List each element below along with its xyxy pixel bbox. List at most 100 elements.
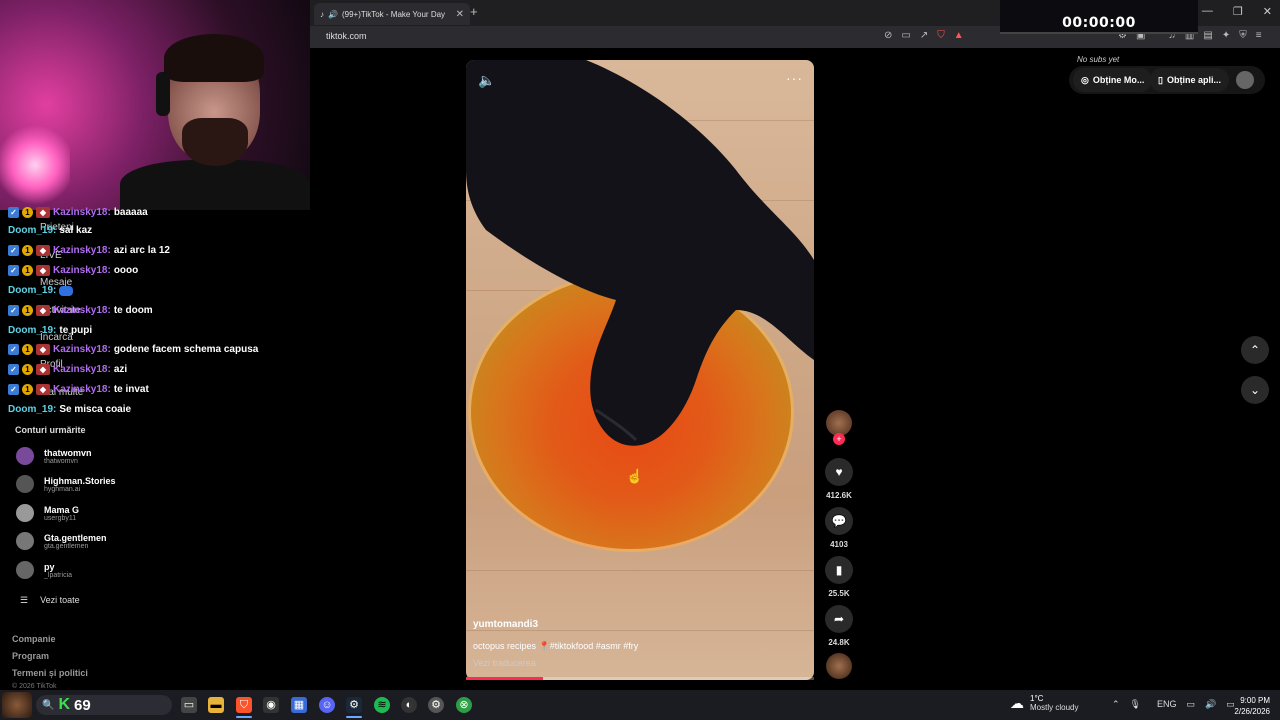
brave-icon[interactable]: ⛉ <box>236 697 252 713</box>
discord-icon[interactable]: ☺ <box>319 697 335 713</box>
chat-nick[interactable]: Kazinsky18: <box>53 305 111 316</box>
steam-icon[interactable]: ⚙ <box>346 697 362 713</box>
chat-nick[interactable]: Kazinsky18: <box>53 265 111 276</box>
chat-message: ✓ 1 ◆ Kazinsky18: te doom <box>8 305 153 316</box>
video-player[interactable] <box>466 60 814 680</box>
chat-nick[interactable]: Doom_19: <box>8 225 56 236</box>
chat-nick[interactable]: Kazinsky18: <box>53 344 111 355</box>
chat-nick[interactable]: Kazinsky18: <box>53 384 111 395</box>
sub-badge-icon: 1 <box>22 344 33 355</box>
xbox-icon[interactable]: ⊗ <box>456 697 472 713</box>
save-button[interactable]: ▮ <box>825 556 853 584</box>
see-all-button[interactable]: ☰ Vezi toate <box>20 595 80 606</box>
store-icon[interactable]: ▦ <box>291 697 307 713</box>
chat-nick[interactable]: Kazinsky18: <box>53 207 111 218</box>
share-icon[interactable]: ↗ <box>920 30 928 41</box>
get-coins-button[interactable]: ◎ Obține Mo... <box>1073 68 1153 92</box>
get-app-button[interactable]: ▯ Obține apli... <box>1150 68 1229 92</box>
chat-nick[interactable]: Kazinsky18: <box>53 245 111 256</box>
microphone-icon[interactable]: 🎙 <box>1130 699 1141 710</box>
new-tab-button[interactable]: + <box>470 4 478 19</box>
account-handle: usergby11 <box>44 514 77 522</box>
like-button[interactable]: ♥ <box>825 458 853 486</box>
followed-account[interactable]: py _lpatricia <box>16 561 72 579</box>
file-explorer-icon[interactable]: ▬ <box>208 697 224 713</box>
chat-nick[interactable]: Doom_19: <box>8 404 56 415</box>
chat-message: ✓ 1 ◆ Kazinsky18: te invat <box>8 384 149 395</box>
sub-badge-icon: 1 <box>22 245 33 256</box>
close-tab-icon[interactable]: ✕ <box>456 9 464 20</box>
tray-expand-icon[interactable]: ⌃ <box>1112 699 1120 710</box>
gift-badge-icon: ◆ <box>36 207 50 218</box>
comment-button[interactable]: 💬 <box>825 507 853 535</box>
save-count: 25.5K <box>828 589 850 598</box>
video-username[interactable]: yumtomandi3 <box>473 619 538 630</box>
system-tray: ⌃ 🎙 ENG ▭ 🔊 ▭ <box>1112 699 1235 710</box>
music-disc-icon[interactable] <box>826 653 852 679</box>
verified-icon: ✓ <box>8 245 19 256</box>
gift-badge-icon: ◆ <box>36 305 50 316</box>
vpn-icon[interactable]: ⛨ <box>1239 30 1247 41</box>
spotify-icon[interactable]: ≋ <box>374 697 390 713</box>
close-window-icon[interactable]: ✕ <box>1263 5 1272 18</box>
start-avatar[interactable] <box>2 692 32 718</box>
footer-copyright: © 2026 TikTok <box>12 683 57 690</box>
language-indicator[interactable]: ENG <box>1157 699 1177 710</box>
taskbar-clock[interactable]: 9:00 PM 2/26/2026 <box>1228 695 1270 717</box>
profile-avatar[interactable] <box>1236 71 1254 89</box>
ai-icon[interactable]: ✦ <box>1222 30 1230 41</box>
brave-shield-icon[interactable]: ⛉ <box>937 30 945 41</box>
followed-account[interactable]: Highman.Stories hyghman.ai <box>16 475 116 493</box>
weather-widget[interactable]: ☁ 1°C Mostly cloudy <box>1010 694 1078 712</box>
previous-video-button[interactable]: ⌃ <box>1241 336 1269 364</box>
github-icon[interactable]: ◉ <box>263 697 279 713</box>
wallet-icon[interactable]: ▤ <box>1203 30 1212 41</box>
network-icon[interactable]: ▭ <box>1187 699 1196 710</box>
cast-icon[interactable]: ▭ <box>901 30 910 41</box>
task-view-icon[interactable]: ▭ <box>181 697 197 713</box>
verified-icon: ✓ <box>8 207 19 218</box>
clock-date: 2/26/2026 <box>1234 707 1270 716</box>
settings-icon[interactable]: ⚙ <box>428 697 444 713</box>
more-options-icon[interactable]: ··· <box>786 70 803 86</box>
video-progress[interactable] <box>466 677 814 680</box>
list-icon: ☰ <box>20 595 29 605</box>
url-text[interactable]: tiktok.com <box>326 31 367 41</box>
active-indicator <box>346 716 362 718</box>
chat-text: sal kaz <box>59 225 93 236</box>
share-button[interactable]: ➦ <box>825 605 853 633</box>
followed-account[interactable]: Gta.gentlemen gta.gentlemen <box>16 532 107 550</box>
taskbar-search[interactable]: 🔍 K 69 <box>36 695 172 715</box>
avatar <box>16 561 34 579</box>
clock-time: 9:00 PM <box>1240 696 1270 705</box>
chat-nick[interactable]: Doom_19: <box>8 325 56 336</box>
followed-account[interactable]: Mama G usergby11 <box>16 504 79 522</box>
minimize-icon[interactable]: — <box>1202 5 1213 18</box>
avatar <box>16 475 34 493</box>
footer-terms[interactable]: Termeni și politici <box>12 668 88 678</box>
menu-icon[interactable]: ≡ <box>1256 30 1262 41</box>
volume-tray-icon[interactable]: 🔊 <box>1205 699 1216 710</box>
follow-plus-icon[interactable]: + <box>833 433 845 445</box>
footer-company[interactable]: Companie <box>12 634 56 644</box>
pink-light <box>0 120 70 210</box>
rewards-icon[interactable]: ▲ <box>954 30 964 41</box>
temperature: 1°C <box>1030 694 1044 703</box>
chat-nick[interactable]: Doom_19: <box>8 285 56 296</box>
speaker-icon: 🔊 <box>328 9 338 19</box>
chat-nick[interactable]: Kazinsky18: <box>53 364 111 375</box>
tiktok-icon: ♪ <box>320 9 324 19</box>
next-video-button[interactable]: ⌄ <box>1241 376 1269 404</box>
browser-tab[interactable]: ♪ 🔊 (99+)TikTok - Make Your Day ✕ <box>314 3 470 25</box>
left-panel: Prieteni LIVE Mesaje Activitate Încarcă … <box>0 207 310 690</box>
no-tracking-icon[interactable]: ⊘ <box>884 30 892 41</box>
volume-icon[interactable]: 🔈 <box>478 72 495 89</box>
following-title: Conturi urmărite <box>15 425 86 435</box>
translate-link[interactable]: Vezi traducerea <box>473 658 536 668</box>
footer-program[interactable]: Program <box>12 651 49 661</box>
tab-title: (99+)TikTok - Make Your Day <box>341 9 446 19</box>
maximize-icon[interactable]: ❐ <box>1233 5 1243 18</box>
obs-icon[interactable]: ◐ <box>401 697 417 713</box>
weather-condition: Mostly cloudy <box>1030 703 1079 712</box>
followed-account[interactable]: thatwomvn thatwomvn <box>16 447 92 465</box>
